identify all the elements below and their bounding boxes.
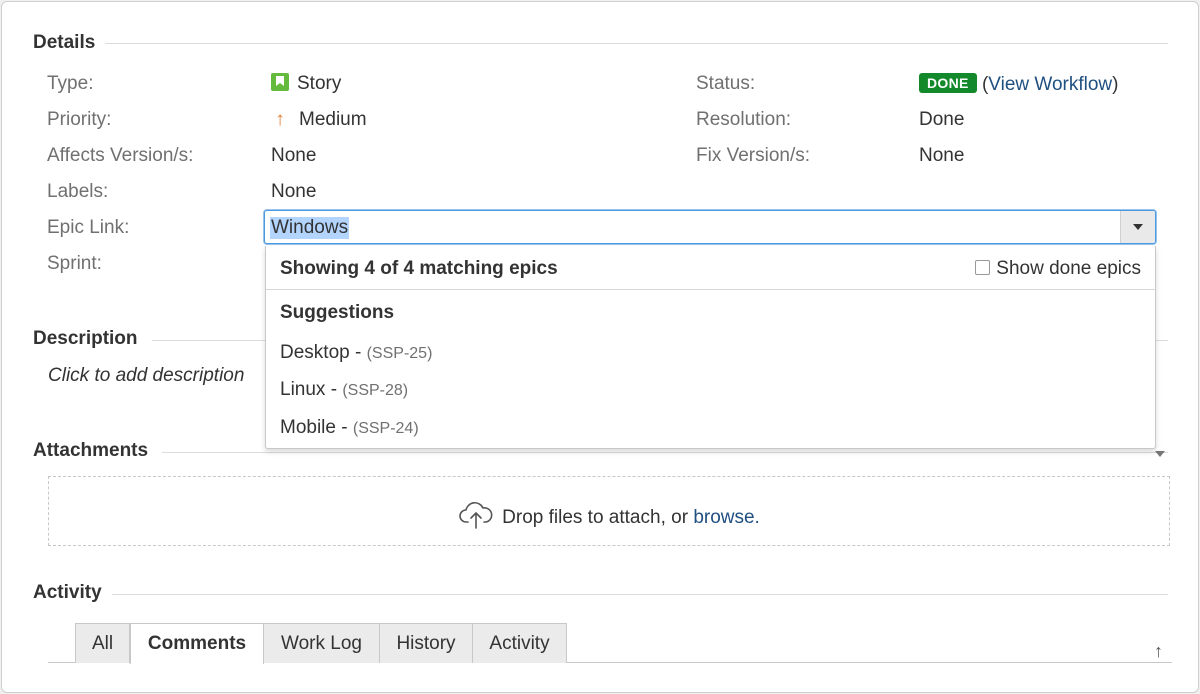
epic-name: Linux - [280,379,343,400]
arrow-up-icon[interactable]: ↑ [1154,641,1163,662]
affects-version-value[interactable]: None [271,145,316,167]
priority-label: Priority: [47,109,112,130]
status-label: Status: [696,73,756,94]
labels-value[interactable]: None [271,181,316,203]
resolution-value: Done [919,109,965,130]
workflow-close-paren: ) [1112,74,1119,95]
drop-text: Drop files to attach, or [502,507,694,528]
epic-suggestions-dropdown: Showing 4 of 4 matching epics Show done … [265,246,1156,449]
list-item[interactable]: Desktop - (SSP-25) [280,342,432,364]
browse-link[interactable]: browse. [693,507,760,528]
type-label: Type: [47,73,94,94]
attachment-dropzone[interactable]: Drop files to attach, or browse. [48,476,1170,546]
tab-activity[interactable]: Activity [472,623,567,663]
activity-rule [112,594,1168,595]
story-icon [271,73,289,91]
list-item[interactable]: Linux - (SSP-28) [280,379,408,401]
epic-name: Desktop - [280,342,367,363]
show-done-epics-checkbox[interactable] [975,260,991,275]
affects-version-label: Affects Version/s: [47,145,194,166]
epic-link-input[interactable]: Windows [264,210,1156,244]
tab-history[interactable]: History [379,623,473,663]
description-placeholder[interactable]: Click to add description [48,365,244,387]
list-item[interactable]: Mobile - (SSP-24) [280,417,419,439]
fix-version-label: Fix Version/s: [696,145,811,166]
attachments-rule [162,452,1168,453]
details-rule [102,43,1168,44]
dropdown-separator [266,289,1155,290]
resolution-label: Resolution: [696,109,792,130]
epic-name: Mobile - [280,417,353,438]
fix-version-value[interactable]: None [919,145,964,167]
tab-all[interactable]: All [75,623,130,663]
epic-link-label: Epic Link: [47,217,130,238]
details-heading: Details [33,32,106,54]
epic-link-input-value[interactable]: Windows [270,217,350,239]
dropdown-header: Showing 4 of 4 matching epics [280,258,558,279]
chevron-down-icon[interactable] [1155,451,1165,457]
activity-heading: Activity [33,582,112,604]
view-workflow-link[interactable]: View Workflow [988,74,1112,95]
priority-value-text: Medium [299,109,367,130]
status-value: DONE (View Workflow) [919,73,1118,96]
status-badge: DONE [919,73,977,93]
epic-dropdown-toggle[interactable] [1120,211,1155,243]
type-value: Story [271,73,341,95]
type-value-text: Story [297,73,342,94]
tab-work-log[interactable]: Work Log [263,623,380,663]
issue-detail-panel: Details Type: Story Priority: ↑ Medium Af… [1,1,1199,693]
labels-label: Labels: [47,181,109,202]
dropzone-content: Drop files to attach, or browse. [49,501,1169,535]
priority-value: ↑ Medium [271,109,367,131]
arrow-up-icon: ↑ [275,109,285,130]
sprint-label: Sprint: [47,253,102,274]
show-done-epics-label[interactable]: Show done epics [996,258,1141,279]
suggestions-group-label: Suggestions [280,302,395,323]
show-done-epics-toggle[interactable]: Show done epics [975,258,1141,280]
cloud-upload-icon [458,501,494,535]
epic-key: (SSP-24) [352,420,419,437]
epic-key: (SSP-25) [366,345,433,362]
tab-comments[interactable]: Comments [130,623,264,664]
description-heading: Description [33,328,148,350]
epic-key: (SSP-28) [342,382,409,399]
attachments-heading: Attachments [33,440,159,462]
